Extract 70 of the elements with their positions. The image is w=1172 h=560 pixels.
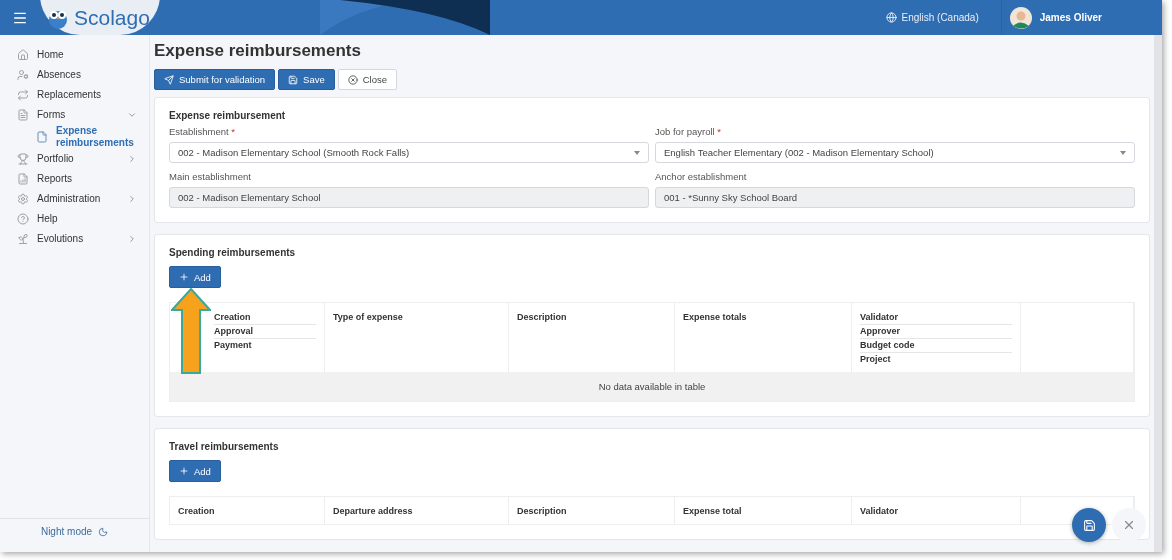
sidebar-item[interactable]: Portfolio xyxy=(0,149,149,169)
column-header: Expense total xyxy=(683,505,743,518)
logo[interactable]: Scolago xyxy=(40,0,160,35)
language-selector[interactable]: English (Canada) xyxy=(864,0,1002,35)
plus-icon xyxy=(179,466,189,476)
readonly-field: 001 - *Sunny Sky School Board xyxy=(655,187,1135,208)
column-header: Project xyxy=(860,353,892,366)
save-icon xyxy=(288,74,299,85)
trophy-icon xyxy=(17,153,29,165)
sidebar-item[interactable]: Reports xyxy=(0,169,149,189)
sidebar-item[interactable]: Replacements xyxy=(0,85,149,105)
section-title: Expense reimbursement xyxy=(169,110,287,121)
sprout-icon xyxy=(17,233,29,245)
section-title: Travel reimbursements xyxy=(169,441,280,452)
sidebar-item[interactable]: Administration xyxy=(0,189,149,209)
sidebar-item[interactable]: Evolutions xyxy=(0,229,149,249)
readonly-field: 002 - Madison Elementary School xyxy=(169,187,649,208)
home-icon xyxy=(17,49,29,61)
section-title: Spending reimbursements xyxy=(169,247,297,258)
select-field[interactable]: 002 - Madison Elementary School (Smooth Rock Falls) xyxy=(169,142,649,163)
column-header: Departure address xyxy=(333,505,414,518)
column-header: Budget code xyxy=(860,339,1012,353)
settings-icon xyxy=(17,193,29,205)
column-header: Description xyxy=(517,505,568,518)
toolbar-button[interactable]: Save xyxy=(278,69,335,90)
sidebar-item[interactable]: Forms xyxy=(0,105,149,125)
plus-icon xyxy=(179,272,189,282)
empty-table-message: No data available in table xyxy=(170,372,1134,401)
field-label: Anchor establishment xyxy=(655,171,748,182)
save-icon xyxy=(1082,518,1096,532)
column-header: Validator xyxy=(860,311,1012,325)
file-icon xyxy=(36,131,48,143)
column-header: Description xyxy=(517,311,568,324)
column-header: Approval xyxy=(214,325,316,339)
sidebar-item[interactable]: Help xyxy=(0,209,149,229)
report-icon xyxy=(17,173,29,185)
toolbar-button[interactable]: Submit for validation xyxy=(154,69,276,90)
close-icon xyxy=(347,74,358,85)
globe-icon xyxy=(886,12,898,23)
swap-icon xyxy=(17,89,29,101)
brand-name: Scolago xyxy=(74,5,150,30)
column-header: Creation xyxy=(214,311,316,325)
moon-icon xyxy=(98,526,109,537)
field-label: Establishment * xyxy=(169,126,236,137)
user-gear-icon xyxy=(17,69,29,81)
column-header: Type of expense xyxy=(333,311,404,324)
close-icon xyxy=(1122,518,1136,532)
document-icon xyxy=(17,109,29,121)
column-header: Approver xyxy=(860,325,1012,339)
send-icon xyxy=(164,74,174,85)
column-header: Expense totals xyxy=(683,311,748,324)
dropdown-caret-icon xyxy=(634,150,640,155)
dropdown-caret-icon xyxy=(1120,150,1126,155)
user-menu[interactable]: James Oliver xyxy=(1001,0,1162,35)
sidebar-item[interactable]: Expense reimbursements xyxy=(0,125,149,149)
column-header: Creation xyxy=(178,505,216,518)
help-icon xyxy=(17,213,29,225)
column-header: Validator xyxy=(860,505,899,518)
select-field[interactable]: English Teacher Elementary (002 - Madison Elementary School) xyxy=(655,142,1135,163)
column-header: Payment xyxy=(214,339,253,352)
sidebar-item[interactable]: Home xyxy=(0,45,149,65)
add-button[interactable]: Add xyxy=(169,460,221,482)
avatar-icon xyxy=(1009,6,1032,29)
field-label: Job for payroll * xyxy=(655,126,722,137)
night-mode-toggle[interactable]: Night mode xyxy=(0,518,149,544)
add-button[interactable]: Add xyxy=(169,266,221,288)
toolbar-button[interactable]: Close xyxy=(337,69,398,90)
sidebar-item[interactable]: Absences xyxy=(0,65,149,85)
page-title: Expense reimbursements xyxy=(154,41,362,61)
field-label: Main establishment xyxy=(169,171,252,182)
